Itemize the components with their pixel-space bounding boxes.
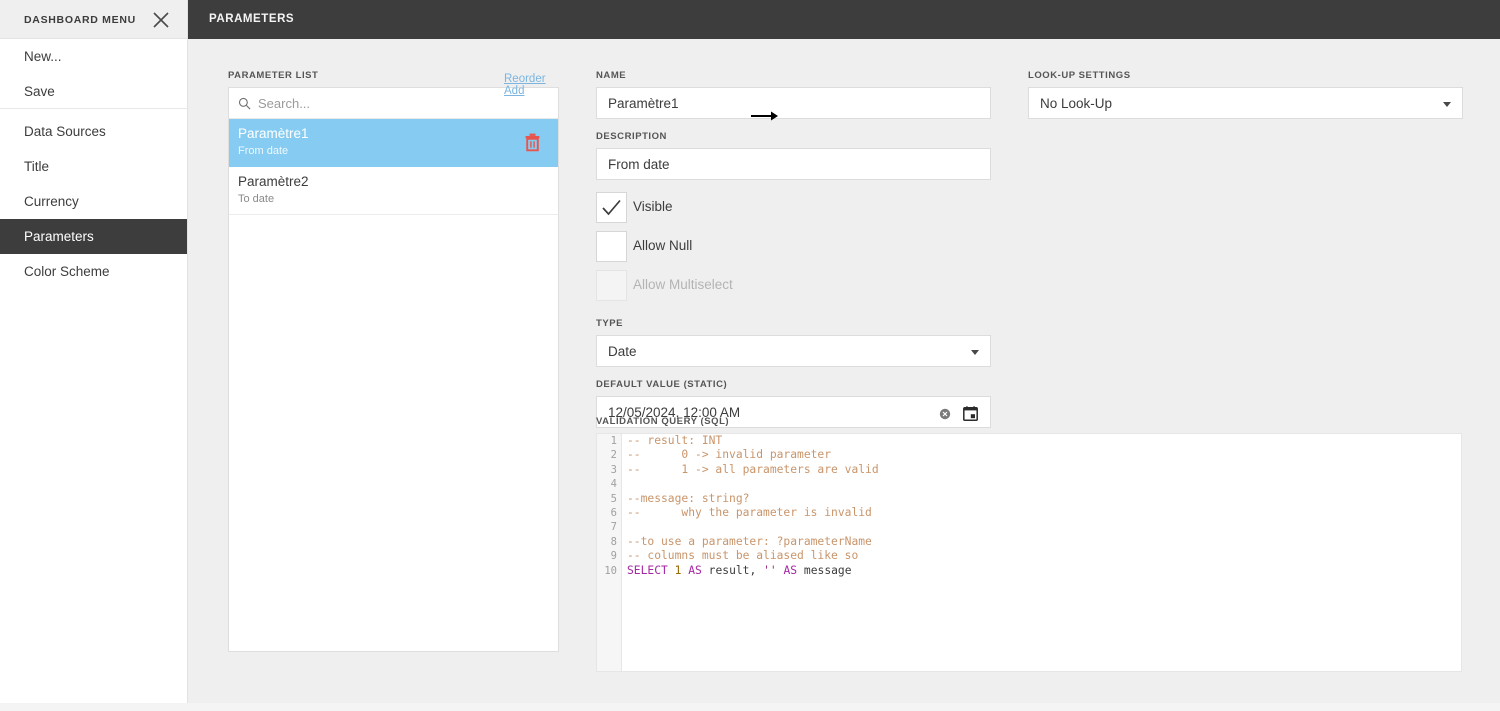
- type-select-value: Date: [608, 344, 637, 359]
- visible-checkbox-row: Visible: [596, 192, 991, 231]
- search-input[interactable]: [256, 88, 554, 118]
- default-value-label: DEFAULT VALUE (STATIC): [596, 379, 728, 390]
- allow-null-checkbox-row: Allow Null: [596, 231, 991, 270]
- line-number: 9: [610, 550, 617, 563]
- name-field-group: NAME: [596, 70, 991, 119]
- allow-multiselect-checkbox: [596, 270, 627, 301]
- menu-item-currency[interactable]: Currency: [0, 184, 187, 219]
- line-number: 7: [610, 521, 617, 534]
- page-title: PARAMETERS: [209, 13, 295, 25]
- menu-item-color-scheme[interactable]: Color Scheme: [0, 254, 187, 289]
- parameters-settings-screen: PARAMETERS DASHBOARD MENU New... Save Da…: [0, 0, 1500, 711]
- editor-line-numbers: 1 2 3 4 5 6 7 8 9 10: [597, 434, 622, 671]
- line-number: 8: [610, 535, 617, 548]
- visible-label: Visible: [633, 199, 673, 214]
- search-icon: [238, 97, 251, 110]
- menu-item-new[interactable]: New...: [0, 39, 187, 74]
- type-field-group: TYPE Date: [596, 318, 991, 367]
- dashboard-menu-panel: DASHBOARD MENU New... Save Data Sources …: [0, 0, 188, 703]
- menu-item-save[interactable]: Save: [0, 74, 187, 109]
- menu-item-title[interactable]: Title: [0, 149, 187, 184]
- type-select[interactable]: Date: [596, 335, 991, 367]
- content-area: PARAMETER LIST Reorder Add Paramètr: [188, 39, 1500, 703]
- allow-multiselect-checkbox-row: Allow Multiselect: [596, 270, 991, 309]
- dashboard-menu-header: DASHBOARD MENU: [0, 0, 187, 39]
- type-label: TYPE: [596, 318, 624, 329]
- editor-code-area[interactable]: -- result: INT -- 0 -> invalid parameter -…: [623, 434, 1461, 671]
- parameter-form-column: NAME DESCRIPTION Visible Allow Null: [596, 70, 991, 440]
- parameter-list-column: PARAMETER LIST Reorder Add Paramètr: [228, 70, 559, 652]
- dashboard-menu-title: DASHBOARD MENU: [24, 14, 136, 26]
- top-bar: PARAMETERS: [0, 0, 1500, 39]
- line-number: 1: [610, 435, 617, 447]
- code-line: -- 0 -> invalid parameter: [627, 448, 832, 462]
- code-line: -- 1 -> all parameters are valid: [627, 462, 879, 476]
- list-item-description: To date: [238, 193, 275, 205]
- description-field-group: DESCRIPTION: [596, 131, 991, 180]
- menu-item-parameters[interactable]: Parameters: [0, 219, 187, 254]
- code-line: --to use a parameter: ?parameterName: [627, 534, 872, 548]
- trash-icon[interactable]: [524, 133, 541, 152]
- validation-query-editor[interactable]: 1 2 3 4 5 6 7 8 9 10 -- result: INT -- 0 -> invali…: [596, 433, 1462, 672]
- code-line: -- why the parameter is invalid: [627, 505, 872, 519]
- lookup-settings-column: LOOK-UP SETTINGS No Look-Up: [1028, 70, 1463, 119]
- search-row: [229, 88, 558, 119]
- allow-multiselect-label: Allow Multiselect: [633, 277, 733, 292]
- dashboard-menu-items: New... Save Data Sources Title Currency …: [0, 39, 187, 289]
- code-line: SELECT 1 AS result, '' AS message: [627, 563, 852, 577]
- code-line: -- result: INT: [627, 434, 723, 447]
- line-number: 4: [610, 478, 617, 491]
- code-line: -- columns must be aliased like so: [627, 549, 859, 563]
- validation-query-label: VALIDATION QUERY (SQL): [596, 416, 730, 427]
- chevron-down-icon: [971, 350, 979, 355]
- allow-null-label: Allow Null: [633, 238, 693, 253]
- parameter-list-box: Paramètre1 From date Paramètre2: [228, 87, 559, 652]
- name-label: NAME: [596, 70, 627, 81]
- line-number: 2: [610, 449, 617, 462]
- line-number: 3: [610, 463, 617, 476]
- list-item-description: From date: [238, 145, 289, 157]
- list-item-name: Paramètre2: [238, 174, 309, 189]
- visible-checkbox[interactable]: [596, 192, 627, 223]
- footer-strip: [0, 703, 1500, 711]
- name-input[interactable]: [596, 87, 991, 119]
- line-number: 10: [604, 564, 617, 577]
- close-icon[interactable]: [149, 8, 173, 32]
- line-number: 5: [610, 492, 617, 505]
- lookup-select-value: No Look-Up: [1040, 96, 1113, 111]
- arrow-right-annotation: [751, 109, 779, 121]
- validation-query-group: VALIDATION QUERY (SQL) 1 2 3 4 5 6 7 8 9 10 -- re…: [596, 416, 1462, 672]
- code-line: --message: string?: [627, 491, 750, 505]
- list-item-name: Paramètre1: [238, 126, 309, 141]
- list-item[interactable]: Paramètre1 From date: [229, 119, 558, 167]
- reorder-link[interactable]: Reorder: [504, 73, 546, 85]
- description-input[interactable]: [596, 148, 991, 180]
- lookup-settings-label: LOOK-UP SETTINGS: [1028, 70, 1131, 81]
- line-number: 6: [610, 506, 617, 519]
- list-item[interactable]: Paramètre2 To date: [229, 167, 558, 215]
- chevron-down-icon: [1443, 102, 1451, 107]
- allow-null-checkbox[interactable]: [596, 231, 627, 262]
- lookup-select[interactable]: No Look-Up: [1028, 87, 1463, 119]
- description-label: DESCRIPTION: [596, 131, 667, 142]
- menu-item-data-sources[interactable]: Data Sources: [0, 114, 187, 149]
